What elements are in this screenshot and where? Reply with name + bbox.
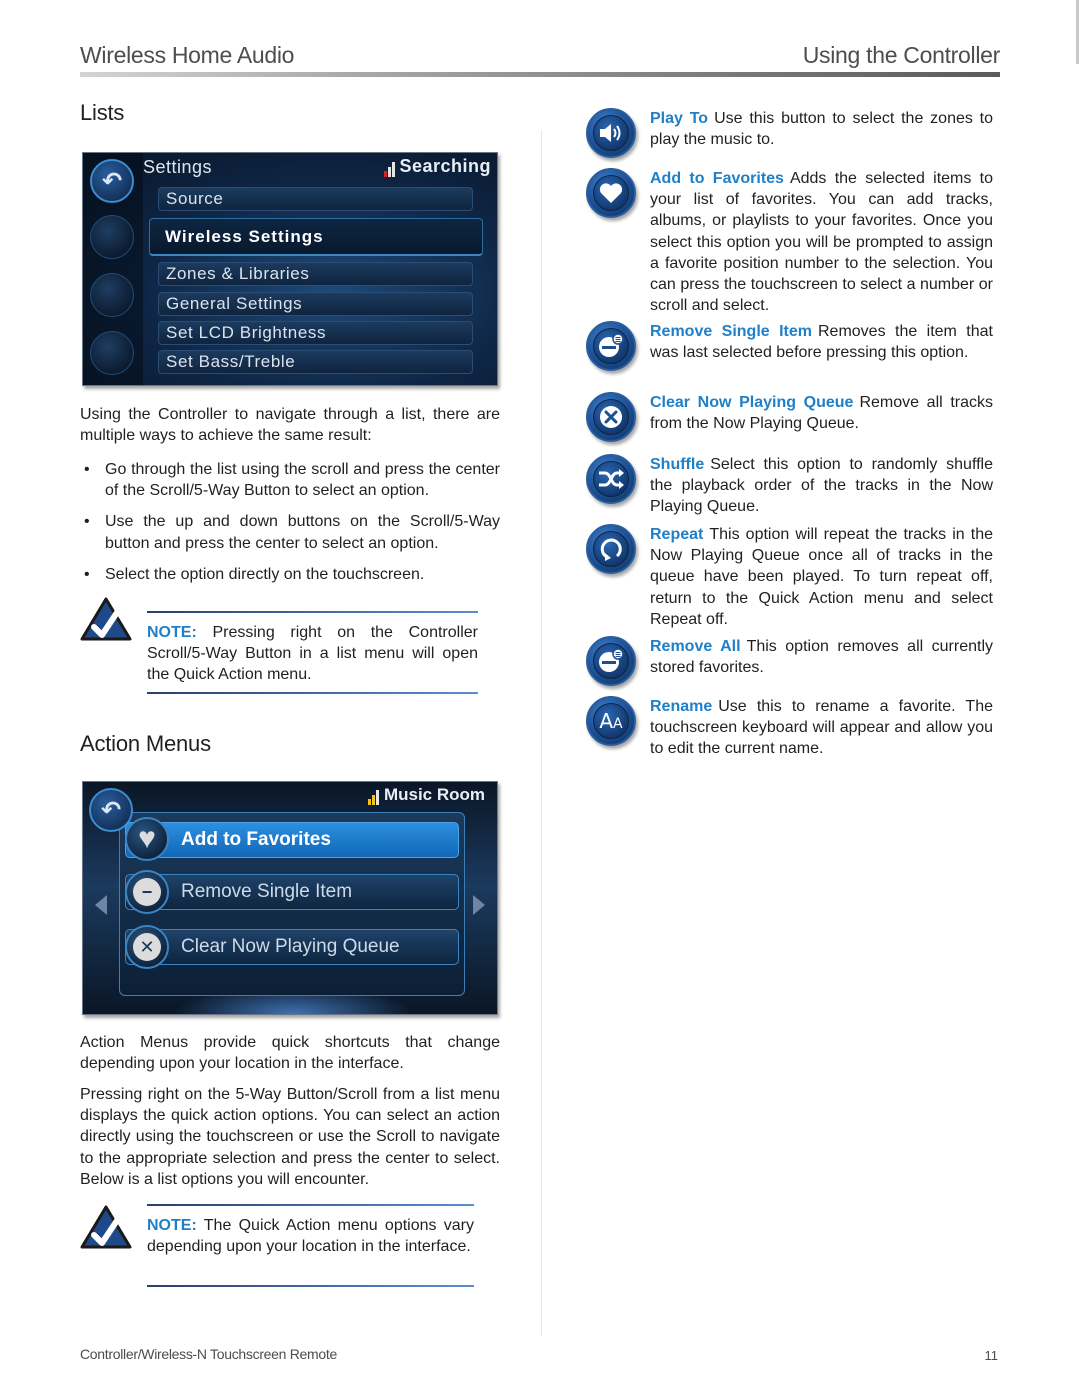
status-text: Music Room [383, 785, 485, 804]
empty-round-button [90, 215, 134, 259]
action-item-remove-single-item: Remove Single Item [125, 874, 459, 910]
note-body: Pressing right on the Controller Scroll/… [147, 624, 478, 684]
lists-bullet-list: Go through the list using the scroll and… [80, 459, 500, 595]
page-number: 11 [984, 1348, 999, 1363]
option-label: Play To [650, 110, 709, 127]
empty-round-button [90, 331, 134, 375]
note-top-rule [147, 1204, 474, 1206]
back-button: ↶ [90, 159, 134, 203]
note-bottom-rule [147, 692, 478, 694]
back-arrow-icon: ↶ [101, 167, 123, 195]
option-label: Remove All [650, 638, 741, 655]
screen-status: Searching [384, 156, 491, 177]
option-description: Adds the selected items to your list of … [650, 170, 993, 315]
screen-title: Settings [143, 157, 213, 177]
action-item-add-to-favorites: Add to Favorites [125, 822, 459, 858]
note-label: NOTE: [147, 1217, 197, 1234]
action-item-clear-queue: Clear Now Playing Queue [125, 929, 459, 965]
heart-icon [586, 168, 636, 218]
scrollbar[interactable] [1076, 0, 1079, 64]
option-label: Shuffle [650, 456, 705, 473]
play-to-icon [586, 108, 636, 158]
option-label: Clear Now Playing Queue [650, 394, 854, 411]
repeat-icon [586, 524, 636, 574]
menu-item-lcd-brightness: Set LCD Brightness [158, 321, 473, 345]
remove-item-icon: − [125, 870, 169, 914]
empty-round-button [90, 273, 134, 317]
section-title-action-menus: Action Menus [80, 731, 211, 756]
bullet-item: Select the option directly on the touchs… [80, 564, 500, 585]
checkmark-note-icon [80, 597, 132, 641]
option-label: Add to Favorites [650, 170, 784, 187]
option-label: Remove Single Item [650, 323, 812, 340]
note-top-rule [147, 611, 478, 613]
note-bottom-rule [147, 1285, 474, 1287]
shuffle-icon [586, 454, 636, 504]
menu-item-source: Source [158, 187, 473, 211]
action-menus-paragraph-2: Pressing right on the 5-Way Button/Scrol… [80, 1086, 500, 1188]
option-label: Repeat [650, 526, 704, 543]
status-text: Searching [399, 156, 491, 176]
bullet-item: Use the up and down buttons on the Scrol… [80, 511, 500, 553]
clear-queue-icon [586, 392, 636, 442]
note-body: The Quick Action menu options vary depen… [147, 1217, 475, 1256]
action-menus-paragraph-1: Action Menus provide quick shortcuts tha… [80, 1034, 500, 1073]
action-menu-screen-image: Music Room ↶ Add to Favorites ♥ Remove S… [82, 781, 498, 1015]
column-divider [541, 130, 542, 1335]
section-title-lists: Lists [80, 100, 125, 125]
running-header-right: Using the Controller [802, 42, 1001, 68]
menu-item-zones-libraries: Zones & Libraries [158, 262, 473, 286]
left-arrow-icon [95, 895, 107, 915]
menu-item-bass-treble: Set Bass/Treble [158, 350, 473, 374]
menu-item-wireless-settings: Wireless Settings [149, 218, 483, 256]
rename-icon: AA [586, 696, 636, 746]
running-header-left: Wireless Home Audio [80, 42, 295, 68]
option-label: Rename [650, 698, 713, 715]
remove-item-icon [586, 321, 636, 371]
note-label: NOTE: [147, 624, 197, 641]
signal-strength-icon [384, 161, 396, 177]
note-box: NOTE: The Quick Action menu options vary… [80, 1203, 500, 1293]
checkmark-note-icon [80, 1205, 132, 1249]
header-divider [80, 72, 1000, 77]
signal-strength-icon [367, 789, 379, 805]
footer-product-name: Controller/Wireless-N Touchscreen Remote [80, 1346, 337, 1362]
settings-screen-image: ↶ Settings Searching Source Wireless Set… [82, 152, 498, 386]
heart-icon: ♥ [125, 817, 169, 861]
note-box: NOTE: Pressing right on the Controller S… [80, 597, 500, 697]
lists-intro: Using the Controller to navigate through… [80, 406, 500, 445]
menu-item-general-settings: General Settings [158, 292, 473, 316]
bullet-item: Go through the list using the scroll and… [80, 459, 500, 501]
note-text: NOTE: The Quick Action menu options vary… [147, 1215, 474, 1257]
note-text: NOTE: Pressing right on the Controller S… [147, 622, 478, 686]
screen-sidebar: ↶ [83, 153, 143, 385]
clear-queue-icon: ✕ [125, 925, 169, 969]
right-arrow-icon [473, 895, 485, 915]
remove-all-icon [586, 636, 636, 686]
screen-status: Music Room [367, 785, 485, 805]
